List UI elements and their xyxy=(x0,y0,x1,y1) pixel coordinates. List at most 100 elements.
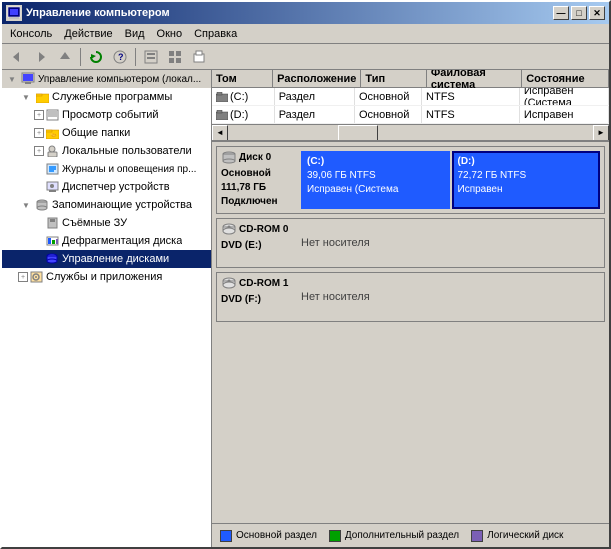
folder-icon-utilities xyxy=(34,89,50,105)
sidebar: ▼ Управление компьютером (локал... ▼ Слу… xyxy=(2,70,212,547)
tree-item-folders[interactable]: + 🤝 Общие папки xyxy=(2,124,211,142)
title-bar: Управление компьютером — □ ✕ xyxy=(2,2,609,24)
th-type[interactable]: Тип xyxy=(361,70,426,87)
tree-item-root[interactable]: ▼ Управление компьютером (локал... xyxy=(2,70,211,88)
partition-d-detail: 72,72 ГБ NTFS xyxy=(458,169,595,183)
tree-item-removable[interactable]: Съёмные ЗУ xyxy=(2,214,211,232)
legend-primary: Основной раздел xyxy=(220,530,317,542)
legend-logical-box xyxy=(471,530,483,542)
scroll-track[interactable] xyxy=(228,125,593,141)
scroll-thumb[interactable] xyxy=(338,125,378,141)
tree-item-users[interactable]: + Локальные пользователи xyxy=(2,142,211,160)
scroll-left-btn[interactable]: ◄ xyxy=(212,125,228,141)
diskmgmt-label: Управление дисками xyxy=(62,253,169,265)
maximize-button[interactable]: □ xyxy=(571,6,587,20)
td-location-c: Раздел xyxy=(275,88,355,105)
th-status[interactable]: Состояние xyxy=(522,70,609,87)
users-label: Локальные пользователи xyxy=(62,145,192,157)
th-location[interactable]: Расположение xyxy=(273,70,361,87)
expand-icon-root[interactable]: ▼ xyxy=(4,71,20,87)
disk-0-partitions: (C:) 39,06 ГБ NTFS Исправен (Система (D:… xyxy=(297,147,604,213)
minimize-button[interactable]: — xyxy=(553,6,569,20)
td-icon-c: (C:) xyxy=(212,88,275,105)
expand-icon-users[interactable]: + xyxy=(34,146,44,156)
tree-item-events[interactable]: + Просмотр событий xyxy=(2,106,211,124)
td-status-c: Исправен (Система xyxy=(520,88,609,105)
menu-console[interactable]: Консоль xyxy=(4,26,58,42)
tree-item-devmgr[interactable]: Диспетчер устройств xyxy=(2,178,211,196)
storage-label: Запоминающие устройства xyxy=(52,199,192,211)
logs-label: Журналы и оповещения пр... xyxy=(62,164,196,175)
expand-icon-devmgr[interactable] xyxy=(34,179,44,195)
th-filesystem[interactable]: Файловая система xyxy=(427,70,522,87)
toolbar: ? xyxy=(2,44,609,70)
expand-icon-events[interactable]: + xyxy=(34,110,44,120)
events-label: Просмотр событий xyxy=(62,109,159,121)
expand-icon-diskmgmt[interactable] xyxy=(34,251,44,267)
expand-icon-utilities[interactable]: ▼ xyxy=(18,89,34,105)
legend-primary-label: Основной раздел xyxy=(236,530,317,541)
help-button[interactable]: ? xyxy=(109,46,131,68)
main-window: Управление компьютером — □ ✕ Консоль Дей… xyxy=(0,0,611,549)
table-scrollbar[interactable]: ◄ ► xyxy=(212,124,609,140)
cdrom-0-content: Нет носителя xyxy=(297,219,604,267)
view-button-1[interactable] xyxy=(140,46,162,68)
tree-item-defrag[interactable]: Дефрагментация диска xyxy=(2,232,211,250)
expand-icon-logs[interactable] xyxy=(34,161,44,177)
properties-button[interactable] xyxy=(188,46,210,68)
tree-item-diskmgmt[interactable]: Управление дисками xyxy=(2,250,211,268)
tree-item-logs[interactable]: Журналы и оповещения пр... xyxy=(2,160,211,178)
refresh-button[interactable] xyxy=(85,46,107,68)
legend-extended: Дополнительный раздел xyxy=(329,530,459,542)
legend-logical: Логический диск xyxy=(471,530,563,542)
toolbar-separator-1 xyxy=(80,48,81,66)
disk-0-name: Диск 0 xyxy=(239,151,271,165)
close-button[interactable]: ✕ xyxy=(589,6,605,20)
removable-icon xyxy=(44,215,60,231)
expand-icon-removable[interactable] xyxy=(34,215,44,231)
tree-item-storage[interactable]: ▼ Запоминающие устройства xyxy=(2,196,211,214)
cdrom-1-status: Нет носителя xyxy=(301,291,370,303)
scroll-right-btn[interactable]: ► xyxy=(593,125,609,141)
legend-primary-box xyxy=(220,530,232,542)
tree-item-services[interactable]: + Службы и приложения xyxy=(2,268,211,286)
folders-label: Общие папки xyxy=(62,127,130,139)
expand-icon-storage[interactable]: ▼ xyxy=(18,197,34,213)
partition-d[interactable]: (D:) 72,72 ГБ NTFS Исправен xyxy=(452,151,601,209)
forward-button[interactable] xyxy=(30,46,52,68)
disk-panel: Диск 0 Основной 111,78 ГБ Подключен (C:)… xyxy=(212,142,609,523)
expand-icon-services[interactable]: + xyxy=(18,272,28,282)
right-panel: Том Расположение Тип Файловая система Со… xyxy=(212,70,609,547)
menu-action[interactable]: Действие xyxy=(58,26,118,42)
partition-d-status: Исправен xyxy=(458,183,595,197)
expand-icon-folders[interactable]: + xyxy=(34,128,44,138)
tree-item-utilities[interactable]: ▼ Служебные программы xyxy=(2,88,211,106)
disk-0-type: Основной xyxy=(221,167,293,181)
removable-label: Съёмные ЗУ xyxy=(62,217,127,229)
partition-d-label: (D:) xyxy=(458,155,595,169)
menu-window[interactable]: Окно xyxy=(151,26,189,42)
cdrom-item-1: CD-ROM 1 DVD (F:) Нет носителя xyxy=(216,272,605,322)
th-volume[interactable]: Том xyxy=(212,70,273,87)
window-title: Управление компьютером xyxy=(26,7,553,19)
table-row[interactable]: (C:) Раздел Основной NTFS Исправен (Сист… xyxy=(212,88,609,106)
menu-view[interactable]: Вид xyxy=(119,26,151,42)
partition-c[interactable]: (C:) 39,06 ГБ NTFS Исправен (Система xyxy=(301,151,450,209)
table-row[interactable]: (D:) Раздел Основной NTFS Исправен xyxy=(212,106,609,124)
defrag-label: Дефрагментация диска xyxy=(62,235,182,247)
view-button-2[interactable] xyxy=(164,46,186,68)
svg-text:?: ? xyxy=(118,52,124,62)
td-type-c: Основной xyxy=(355,88,422,105)
users-icon xyxy=(44,143,60,159)
expand-icon-defrag[interactable] xyxy=(34,233,44,249)
up-button[interactable] xyxy=(54,46,76,68)
legend-bar: Основной раздел Дополнительный раздел Ло… xyxy=(212,523,609,547)
td-fs-d: NTFS xyxy=(422,106,520,123)
utilities-label: Служебные программы xyxy=(52,91,172,103)
diskmgmt-icon xyxy=(44,251,60,267)
back-button[interactable] xyxy=(6,46,28,68)
legend-extended-box xyxy=(329,530,341,542)
devmgr-icon xyxy=(44,179,60,195)
td-icon-d: (D:) xyxy=(212,106,275,123)
menu-help[interactable]: Справка xyxy=(188,26,243,42)
